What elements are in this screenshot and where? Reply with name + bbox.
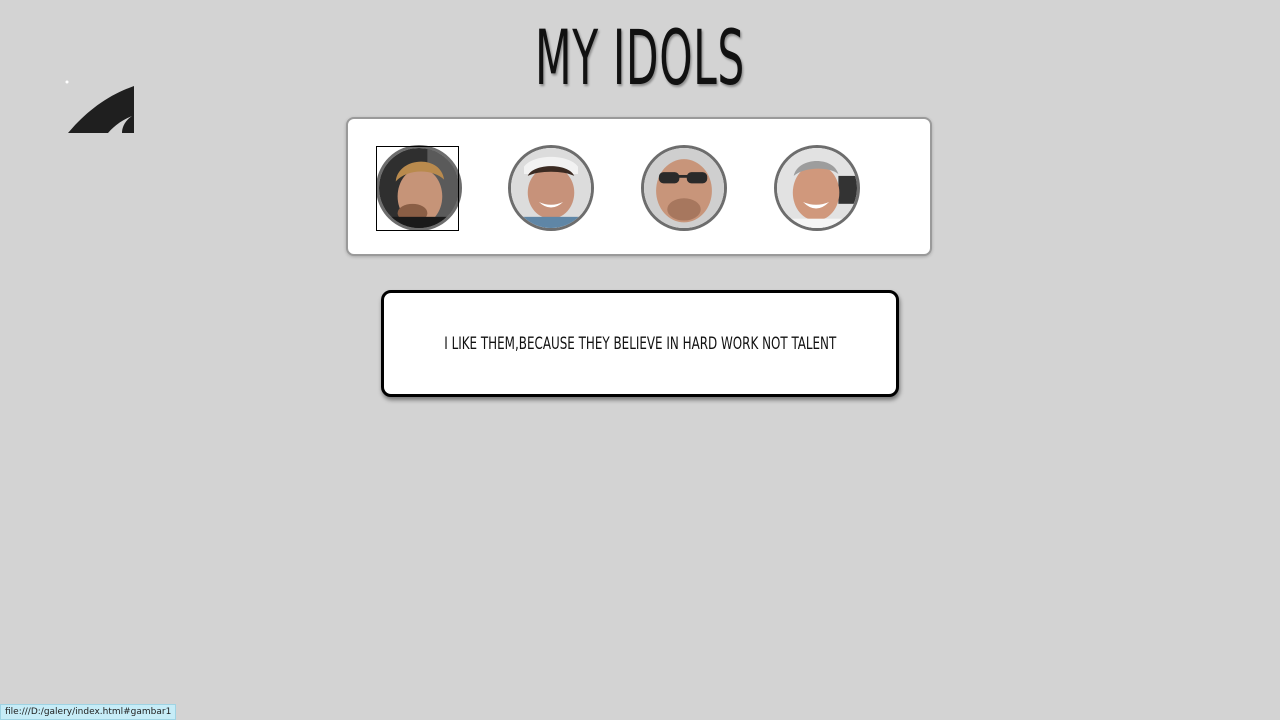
idol-photo-3 <box>644 148 724 228</box>
caption-text: I LIKE THEM,BECAUSE THEY BELIEVE IN HARD… <box>444 333 836 354</box>
idol-photo-1 <box>379 148 459 228</box>
idol-photo-2 <box>511 148 591 228</box>
idol-thumbnail-2[interactable] <box>508 145 594 231</box>
idol-thumbnail-1[interactable] <box>376 145 462 231</box>
idol-thumbnail-4[interactable] <box>774 145 860 231</box>
idol-gallery <box>346 117 932 256</box>
caption-box: I LIKE THEM,BECAUSE THEY BELIEVE IN HARD… <box>381 290 899 397</box>
status-bar-url: file:///D:/galery/index.html#gambar1 <box>0 704 177 720</box>
logo-icon <box>60 76 140 138</box>
idol-photo-4 <box>777 148 857 228</box>
page-title: MY IDOLS <box>535 13 745 102</box>
idol-thumbnail-3[interactable] <box>641 145 727 231</box>
